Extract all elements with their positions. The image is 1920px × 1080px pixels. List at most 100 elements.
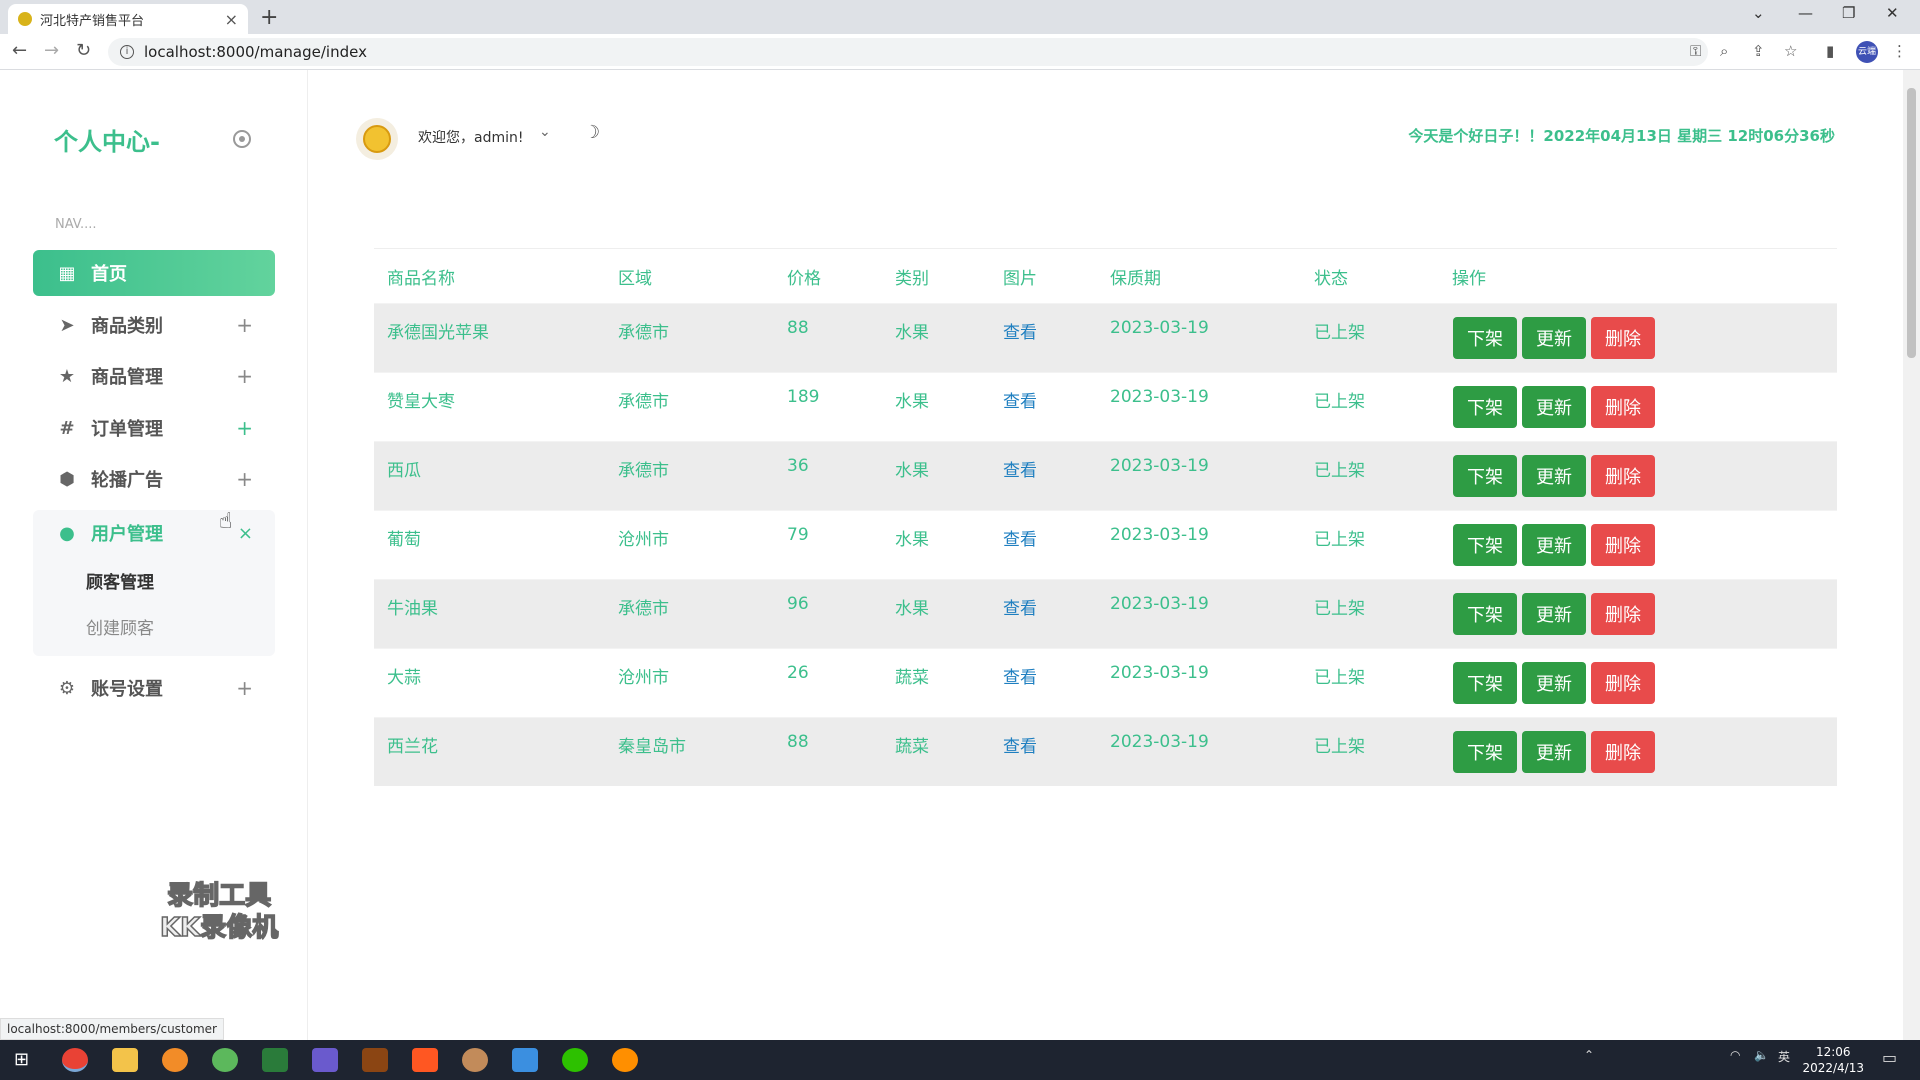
unlist-button[interactable]: 下架: [1453, 593, 1517, 635]
update-button[interactable]: 更新: [1522, 662, 1586, 704]
photo-app-icon[interactable]: [462, 1048, 488, 1072]
notepad-icon[interactable]: [262, 1048, 288, 1072]
wechat-icon[interactable]: [562, 1048, 588, 1072]
delete-button[interactable]: 删除: [1591, 386, 1655, 428]
sidebar-item-orders[interactable]: # 订单管理 +: [33, 405, 275, 451]
cell-category: 水果: [895, 530, 929, 550]
bookmark-star-icon[interactable]: ☆: [1784, 42, 1797, 60]
profile-avatar[interactable]: 云端: [1856, 41, 1878, 63]
update-button[interactable]: 更新: [1522, 731, 1586, 773]
chrome-app-icon[interactable]: [62, 1048, 88, 1072]
sidebar-item-account-settings[interactable]: ⚙ 账号设置 +: [33, 665, 275, 711]
table-row: 承德国光苹果 承德市 88 水果 查看 2023-03-19 已上架 下架 更新 删除: [374, 303, 1837, 372]
unlist-button[interactable]: 下架: [1453, 386, 1517, 428]
delete-button[interactable]: 删除: [1591, 455, 1655, 497]
taskbar-clock[interactable]: 12:06 2022/4/13: [1802, 1044, 1864, 1076]
browser-tab[interactable]: 河北特产销售平台 ×: [8, 4, 248, 34]
unlist-button[interactable]: 下架: [1453, 524, 1517, 566]
forward-icon[interactable]: →: [44, 40, 59, 61]
expand-icon[interactable]: +: [236, 364, 253, 388]
delete-button[interactable]: 删除: [1591, 593, 1655, 635]
cell-status: 已上架: [1314, 668, 1365, 688]
table-row: 葡萄 沧州市 79 水果 查看 2023-03-19 已上架 下架 更新 删除: [374, 510, 1837, 579]
cell-image-link[interactable]: 查看: [1003, 387, 1037, 412]
wifi-icon[interactable]: ◠: [1730, 1048, 1740, 1062]
address-bar[interactable]: i localhost:8000/manage/index: [108, 38, 1708, 66]
cell-image-link[interactable]: 查看: [1003, 663, 1037, 688]
update-button[interactable]: 更新: [1522, 455, 1586, 497]
notification-icon[interactable]: ▭: [1882, 1048, 1897, 1067]
cell-status: 已上架: [1314, 323, 1365, 343]
game-app-icon[interactable]: [362, 1048, 388, 1072]
reload-icon[interactable]: ↻: [76, 40, 91, 61]
volume-icon[interactable]: 🔈: [1754, 1048, 1769, 1062]
cell-category: 水果: [895, 461, 929, 481]
unlist-button[interactable]: 下架: [1453, 662, 1517, 704]
page-scrollbar[interactable]: [1903, 70, 1920, 1040]
update-button[interactable]: 更新: [1522, 524, 1586, 566]
site-info-icon[interactable]: i: [120, 45, 134, 59]
delete-button[interactable]: 删除: [1591, 317, 1655, 359]
sidebar-item-banners[interactable]: ⬢ 轮播广告 +: [33, 456, 275, 502]
recorder-app-icon[interactable]: [612, 1048, 638, 1072]
restore-icon[interactable]: ❐: [1842, 4, 1855, 22]
avatar[interactable]: [356, 118, 398, 160]
expand-icon[interactable]: +: [236, 416, 253, 440]
tab-search-icon[interactable]: ⌄: [1752, 4, 1765, 22]
delete-button[interactable]: 删除: [1591, 524, 1655, 566]
cell-image-link[interactable]: 查看: [1003, 594, 1037, 619]
submenu-create-customer[interactable]: 创建顾客: [86, 614, 154, 639]
update-button[interactable]: 更新: [1522, 386, 1586, 428]
new-tab-icon[interactable]: +: [260, 5, 278, 30]
col-header-region: 区域: [618, 268, 652, 289]
sidebar-item-products[interactable]: ★ 商品管理 +: [33, 353, 275, 399]
mountain-app-icon[interactable]: [312, 1048, 338, 1072]
expand-icon[interactable]: +: [236, 313, 253, 337]
cell-image-link[interactable]: 查看: [1003, 525, 1037, 550]
delete-button[interactable]: 删除: [1591, 731, 1655, 773]
chevron-down-icon[interactable]: ⌄: [539, 124, 551, 140]
cell-region: 承德市: [618, 323, 669, 343]
windows-start-icon[interactable]: ⊞: [14, 1049, 29, 1070]
col-header-image: 图片: [1003, 268, 1037, 289]
key-icon[interactable]: ⚿: [1690, 42, 1701, 60]
submenu-customer-manage[interactable]: 顾客管理: [86, 568, 154, 593]
collapse-icon[interactable]: ×: [238, 523, 253, 544]
scrollbar-thumb[interactable]: [1907, 88, 1916, 358]
update-button[interactable]: 更新: [1522, 317, 1586, 359]
cell-image-link[interactable]: 查看: [1003, 456, 1037, 481]
browser-toolbar: ← → ↻ i localhost:8000/manage/index ⚿ ⌕ …: [0, 34, 1920, 70]
update-button[interactable]: 更新: [1522, 593, 1586, 635]
zoom-icon[interactable]: ⌕: [1720, 42, 1728, 60]
dark-mode-icon[interactable]: ☽: [584, 122, 600, 143]
back-icon[interactable]: ←: [12, 40, 27, 61]
table-body: 承德国光苹果 承德市 88 水果 查看 2023-03-19 已上架 下架 更新 删除 赞皇大枣 承德…: [374, 303, 1837, 786]
media-app-icon[interactable]: [412, 1048, 438, 1072]
share-icon[interactable]: ⇪: [1752, 42, 1765, 60]
close-tab-icon[interactable]: ×: [225, 10, 238, 29]
file-explorer-icon[interactable]: [112, 1048, 138, 1072]
table-row: 西兰花 秦皇岛市 88 蔬菜 查看 2023-03-19 已上架 下架 更新 删除: [374, 717, 1837, 786]
cell-image-link[interactable]: 查看: [1003, 318, 1037, 343]
search-app-icon[interactable]: [162, 1048, 188, 1072]
unlist-button[interactable]: 下架: [1453, 731, 1517, 773]
cloud-app-icon[interactable]: [512, 1048, 538, 1072]
expand-icon[interactable]: +: [236, 676, 253, 700]
close-window-icon[interactable]: ✕: [1886, 4, 1899, 22]
menu-dots-icon[interactable]: ⋮: [1892, 42, 1907, 60]
side-panel-icon[interactable]: ▮: [1826, 42, 1834, 60]
cell-image-link[interactable]: 查看: [1003, 732, 1037, 757]
delete-button[interactable]: 删除: [1591, 662, 1655, 704]
pycharm-icon[interactable]: [212, 1048, 238, 1072]
ime-indicator[interactable]: 英: [1778, 1048, 1790, 1065]
minimize-icon[interactable]: —: [1798, 4, 1813, 22]
sidebar-toggle-icon[interactable]: [233, 130, 251, 148]
sidebar-item-users[interactable]: ● 用户管理 ×: [33, 510, 275, 556]
tray-expand-icon[interactable]: ⌃: [1584, 1048, 1594, 1062]
sidebar-item-categories[interactable]: ➤ 商品类别 +: [33, 302, 275, 348]
unlist-button[interactable]: 下架: [1453, 455, 1517, 497]
expand-icon[interactable]: +: [236, 467, 253, 491]
sidebar-item-home[interactable]: ▦ 首页: [33, 250, 275, 296]
unlist-button[interactable]: 下架: [1453, 317, 1517, 359]
star-icon: ★: [58, 365, 76, 387]
